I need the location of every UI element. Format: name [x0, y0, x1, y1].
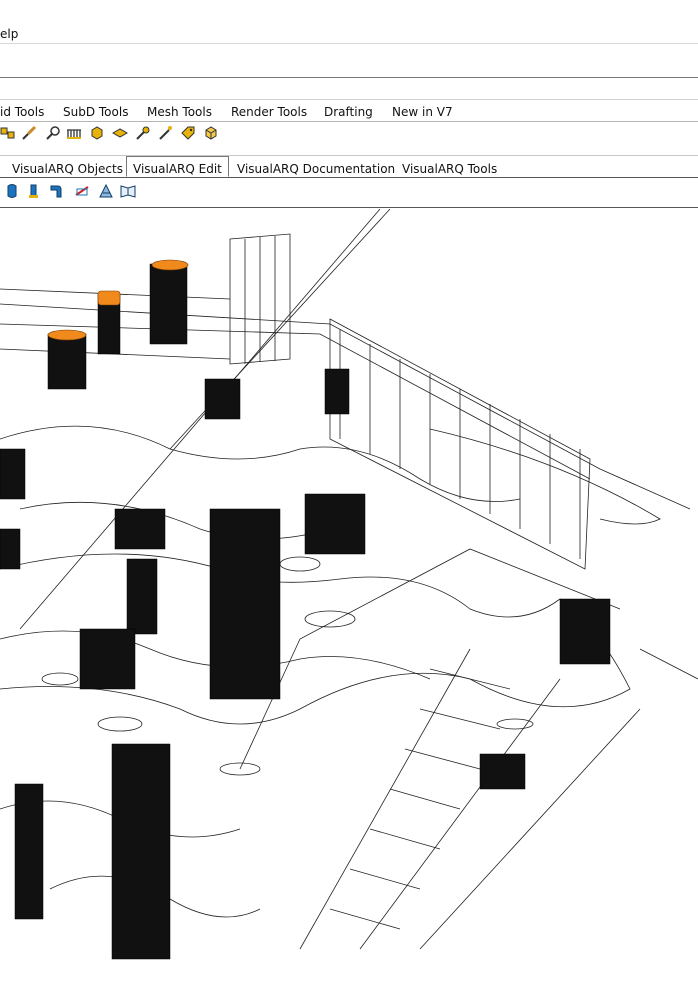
- command-history[interactable]: [0, 44, 698, 78]
- tab-solid-tools[interactable]: id Tools: [0, 105, 44, 119]
- menu-help[interactable]: elp: [0, 27, 18, 41]
- pipe-icon[interactable]: [48, 183, 64, 199]
- tab-render-tools[interactable]: Render Tools: [231, 105, 307, 119]
- railing-icon[interactable]: [66, 125, 82, 141]
- column-icon[interactable]: [4, 183, 20, 199]
- beam-icon[interactable]: [26, 183, 42, 199]
- toolbar-tabs: id Tools SubD Tools Mesh Tools Render To…: [0, 100, 698, 122]
- tag-icon[interactable]: [180, 125, 196, 141]
- tab-new-in-v7[interactable]: New in V7: [392, 105, 453, 119]
- architectural-wireframe-model: [0, 209, 698, 960]
- section-icon[interactable]: [74, 183, 90, 199]
- toolbar-visualarq-edit: [0, 178, 698, 208]
- toolbar-main: [0, 122, 698, 156]
- perspective-viewport[interactable]: [0, 209, 698, 966]
- tab-visualarq-documentation[interactable]: VisualARQ Documentation: [237, 162, 395, 176]
- tab-mesh-tools[interactable]: Mesh Tools: [147, 105, 212, 119]
- brush-icon[interactable]: [21, 125, 37, 141]
- magnifier-icon[interactable]: [45, 125, 61, 141]
- level-icon[interactable]: [98, 183, 114, 199]
- status-bar: [0, 965, 698, 988]
- menu-bar: elp: [0, 0, 698, 44]
- key-icon[interactable]: [135, 125, 151, 141]
- cube-icon[interactable]: [203, 125, 219, 141]
- wand-icon[interactable]: [157, 125, 173, 141]
- tab-visualarq-edit[interactable]: VisualARQ Edit: [126, 156, 229, 177]
- box-icon[interactable]: [89, 125, 105, 141]
- block-icon[interactable]: [0, 125, 16, 141]
- slab-icon[interactable]: [112, 125, 128, 141]
- tab-visualarq-objects[interactable]: VisualARQ Objects: [12, 162, 123, 176]
- tab-visualarq-tools[interactable]: VisualARQ Tools: [402, 162, 497, 176]
- tab-drafting[interactable]: Drafting: [324, 105, 373, 119]
- visualarq-tabs: VisualARQ Objects VisualARQ Edit VisualA…: [0, 156, 698, 178]
- book-icon[interactable]: [120, 183, 136, 199]
- tab-subd-tools[interactable]: SubD Tools: [63, 105, 128, 119]
- command-prompt[interactable]: [0, 78, 698, 100]
